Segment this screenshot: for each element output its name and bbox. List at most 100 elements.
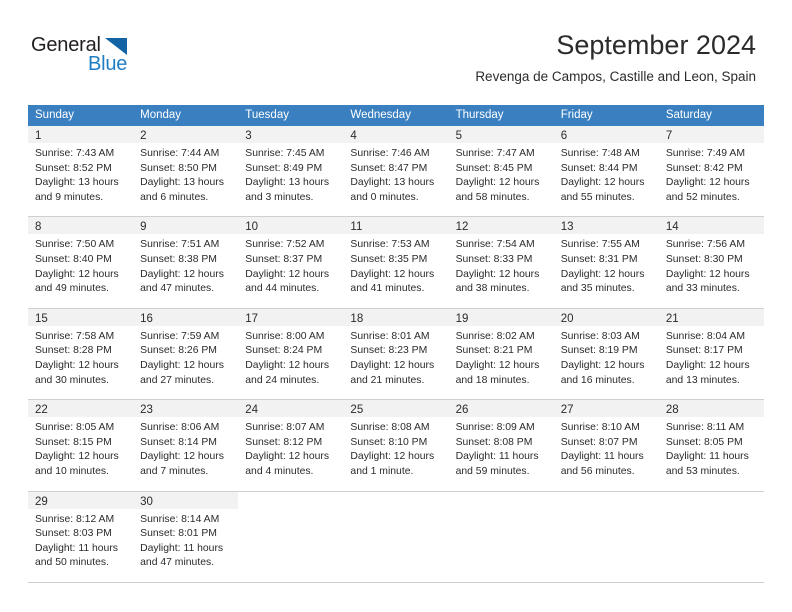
day-details: Sunrise: 7:59 AM Sunset: 8:26 PM Daylight:… xyxy=(133,326,238,388)
calendar-day-cell[interactable]: 2 Sunrise: 7:44 AM Sunset: 8:50 PM Daylight… xyxy=(133,126,239,217)
calendar-week-row: 22 Sunrise: 8:05 AM Sunset: 8:15 PM Dayligh… xyxy=(28,400,764,492)
day-details xyxy=(449,509,554,513)
calendar-day-cell[interactable]: 15 Sunrise: 7:58 AM Sunset: 8:28 PM Dayligh… xyxy=(28,308,134,400)
day-number: 18 xyxy=(350,312,364,325)
calendar-day-cell[interactable]: 28 Sunrise: 8:11 AM Sunset: 8:05 PM Dayligh… xyxy=(658,400,764,491)
daylight-text-line1: Daylight: 11 hours xyxy=(35,542,118,554)
day-details: Sunrise: 7:46 AM Sunset: 8:47 PM Daylight:… xyxy=(343,143,448,205)
sunset-text: Sunset: 8:37 PM xyxy=(245,253,323,265)
day-number-band: 4 xyxy=(343,126,449,143)
calendar-day-cell[interactable]: 6 Sunrise: 7:48 AM Sunset: 8:44 PM Daylight… xyxy=(553,126,659,217)
day-number-band: 5 xyxy=(448,126,554,143)
daylight-text-line2: and 27 minutes. xyxy=(140,374,215,386)
daylight-text-line2: and 30 minutes. xyxy=(35,374,109,386)
title-block: September 2024 Revenga de Campos, Castil… xyxy=(475,28,756,87)
calendar-day-cell[interactable]: 13 Sunrise: 7:55 AM Sunset: 8:31 PM Dayligh… xyxy=(553,217,659,308)
day-number: 10 xyxy=(245,221,259,234)
day-details: Sunrise: 7:53 AM Sunset: 8:35 PM Daylight:… xyxy=(343,234,448,296)
daylight-text-line1: Daylight: 12 hours xyxy=(455,359,540,371)
calendar-day-cell[interactable]: 3 Sunrise: 7:45 AM Sunset: 8:49 PM Daylight… xyxy=(238,126,344,217)
daylight-text-line1: Daylight: 12 hours xyxy=(455,268,540,280)
day-details: Sunrise: 7:49 AM Sunset: 8:42 PM Daylight:… xyxy=(659,143,764,205)
day-number: 8 xyxy=(35,221,42,234)
day-number-band: 1 xyxy=(28,126,134,143)
calendar-day-cell[interactable]: 14 Sunrise: 7:56 AM Sunset: 8:30 PM Dayligh… xyxy=(658,217,764,308)
day-details: Sunrise: 7:45 AM Sunset: 8:49 PM Daylight:… xyxy=(238,143,343,205)
daylight-text-line1: Daylight: 13 hours xyxy=(350,177,435,189)
calendar-day-cell[interactable]: 9 Sunrise: 7:51 AM Sunset: 8:38 PM Daylight… xyxy=(133,217,239,308)
calendar-day-cell[interactable]: 27 Sunrise: 8:10 AM Sunset: 8:07 PM Dayligh… xyxy=(553,400,659,491)
calendar-weeks: 1 Sunrise: 7:43 AM Sunset: 8:52 PM Daylight… xyxy=(28,126,764,583)
day-details: Sunrise: 8:04 AM Sunset: 8:17 PM Daylight:… xyxy=(659,326,764,388)
calendar-day-cell[interactable]: 7 Sunrise: 7:49 AM Sunset: 8:42 PM Daylight… xyxy=(658,126,764,217)
calendar-day-cell[interactable]: 17 Sunrise: 8:00 AM Sunset: 8:24 PM Dayligh… xyxy=(238,308,344,400)
day-number: 5 xyxy=(455,130,462,142)
calendar-day-cell[interactable]: 10 Sunrise: 7:52 AM Sunset: 8:37 PM Dayligh… xyxy=(238,217,344,308)
sunset-text: Sunset: 8:15 PM xyxy=(35,436,112,448)
calendar-day-cell[interactable]: 18 Sunrise: 8:01 AM Sunset: 8:23 PM Dayligh… xyxy=(343,308,449,400)
sunrise-text: Sunrise: 8:11 AM xyxy=(665,422,745,434)
calendar-day-cell[interactable]: 19 Sunrise: 8:02 AM Sunset: 8:21 PM Dayligh… xyxy=(448,308,554,400)
daylight-text-line1: Daylight: 12 hours xyxy=(35,451,119,463)
sunset-text: Sunset: 8:03 PM xyxy=(35,528,112,540)
day-details: Sunrise: 8:01 AM Sunset: 8:23 PM Daylight:… xyxy=(343,326,448,388)
sunrise-text: Sunrise: 7:43 AM xyxy=(35,148,115,159)
sunrise-text: Sunrise: 8:01 AM xyxy=(350,330,430,342)
day-number-band xyxy=(343,491,449,509)
calendar-day-cell[interactable]: 25 Sunrise: 8:08 AM Sunset: 8:10 PM Dayligh… xyxy=(343,400,449,491)
calendar-day-cell[interactable]: 1 Sunrise: 7:43 AM Sunset: 8:52 PM Daylight… xyxy=(28,126,134,217)
calendar-day-cell[interactable]: 4 Sunrise: 7:46 AM Sunset: 8:47 PM Daylight… xyxy=(343,126,449,217)
daylight-text-line2: and 18 minutes. xyxy=(455,374,530,386)
sunrise-text: Sunrise: 7:50 AM xyxy=(35,239,115,251)
calendar-day-cell[interactable]: 29 Sunrise: 8:12 AM Sunset: 8:03 PM Dayligh… xyxy=(28,491,134,582)
day-details: Sunrise: 8:12 AM Sunset: 8:03 PM Daylight:… xyxy=(28,509,133,571)
calendar-day-cell[interactable]: 22 Sunrise: 8:05 AM Sunset: 8:15 PM Dayligh… xyxy=(28,400,134,491)
daylight-text-line2: and 6 minutes. xyxy=(140,191,209,203)
day-details: Sunrise: 7:50 AM Sunset: 8:40 PM Daylight:… xyxy=(28,234,133,296)
calendar-day-cell[interactable]: 23 Sunrise: 8:06 AM Sunset: 8:14 PM Dayligh… xyxy=(133,400,239,491)
day-number-band: 28 xyxy=(658,400,764,418)
sunrise-text: Sunrise: 7:52 AM xyxy=(245,239,325,251)
weekday-header-thursday: Thursday xyxy=(455,109,504,121)
sunset-text: Sunset: 8:08 PM xyxy=(455,436,533,448)
general-blue-logo: General Blue xyxy=(31,34,161,82)
daylight-text-line2: and 49 minutes. xyxy=(35,283,109,295)
daylight-text-line1: Daylight: 12 hours xyxy=(35,359,119,371)
sunset-text: Sunset: 8:24 PM xyxy=(245,345,323,357)
day-number-band: 18 xyxy=(343,308,449,326)
calendar-day-cell[interactable]: 20 Sunrise: 8:03 AM Sunset: 8:19 PM Dayligh… xyxy=(553,308,659,400)
sunrise-text: Sunrise: 7:51 AM xyxy=(140,239,220,251)
day-number: 27 xyxy=(560,404,574,417)
weekday-header-tuesday: Tuesday xyxy=(245,109,289,121)
calendar-day-cell[interactable]: 30 Sunrise: 8:14 AM Sunset: 8:01 PM Dayligh… xyxy=(133,491,239,582)
day-number-band: 2 xyxy=(133,126,239,143)
sunrise-text: Sunrise: 7:45 AM xyxy=(245,148,325,159)
sunrise-text: Sunrise: 7:55 AM xyxy=(560,239,640,251)
day-details: Sunrise: 7:58 AM Sunset: 8:28 PM Daylight:… xyxy=(28,326,133,388)
day-number: 17 xyxy=(245,312,259,325)
day-number: 16 xyxy=(140,312,153,325)
sunrise-text: Sunrise: 8:12 AM xyxy=(35,513,115,525)
sunrise-text: Sunrise: 7:47 AM xyxy=(455,148,535,159)
daylight-text-line1: Daylight: 12 hours xyxy=(560,177,645,189)
day-number: 3 xyxy=(245,130,252,142)
day-number-band: 17 xyxy=(238,308,344,326)
calendar-day-cell[interactable]: 12 Sunrise: 7:54 AM Sunset: 8:33 PM Dayligh… xyxy=(448,217,554,308)
day-number-band: 3 xyxy=(238,126,344,143)
day-details: Sunrise: 7:56 AM Sunset: 8:30 PM Daylight:… xyxy=(659,234,764,296)
daylight-text-line1: Daylight: 11 hours xyxy=(140,542,224,554)
calendar-day-cell[interactable]: 5 Sunrise: 7:47 AM Sunset: 8:45 PM Daylight… xyxy=(448,126,554,217)
calendar-week-row: 8 Sunrise: 7:50 AM Sunset: 8:40 PM Daylight… xyxy=(28,217,764,309)
day-number: 22 xyxy=(35,404,48,417)
calendar-day-cell[interactable]: 16 Sunrise: 7:59 AM Sunset: 8:26 PM Dayligh… xyxy=(133,308,239,400)
sunrise-text: Sunrise: 8:06 AM xyxy=(140,422,220,434)
calendar-day-cell[interactable]: 8 Sunrise: 7:50 AM Sunset: 8:40 PM Daylight… xyxy=(28,217,134,308)
calendar-day-cell[interactable]: 21 Sunrise: 8:04 AM Sunset: 8:17 PM Dayligh… xyxy=(658,308,764,400)
day-number-band: 14 xyxy=(658,217,764,235)
sunset-text: Sunset: 8:17 PM xyxy=(665,345,743,357)
day-details: Sunrise: 7:44 AM Sunset: 8:50 PM Daylight:… xyxy=(133,143,238,205)
calendar-day-cell[interactable]: 26 Sunrise: 8:09 AM Sunset: 8:08 PM Dayligh… xyxy=(448,400,554,491)
day-number: 26 xyxy=(455,404,469,417)
calendar-day-cell[interactable]: 24 Sunrise: 8:07 AM Sunset: 8:12 PM Dayligh… xyxy=(238,400,344,491)
calendar-day-cell[interactable]: 11 Sunrise: 7:53 AM Sunset: 8:35 PM Dayligh… xyxy=(343,217,449,308)
